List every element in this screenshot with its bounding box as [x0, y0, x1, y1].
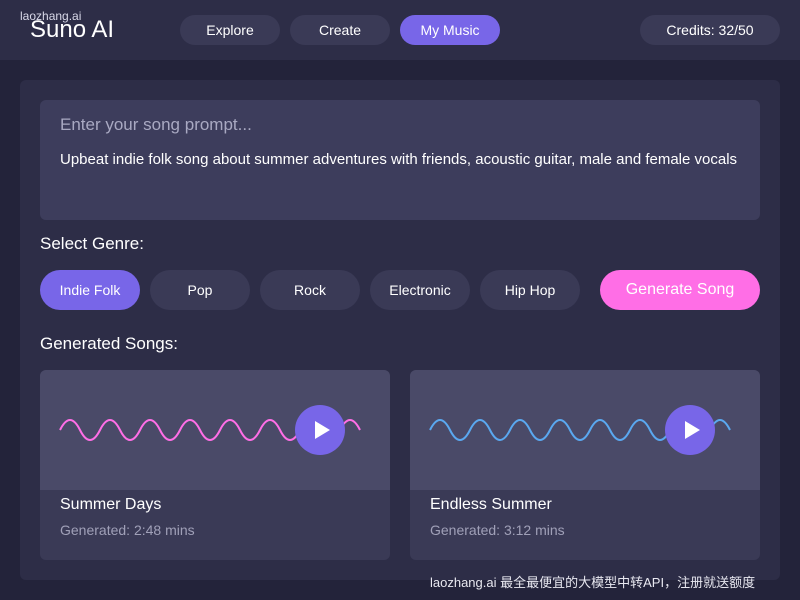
top-bar: laozhang.ai Suno AI Explore Create My Mu…: [0, 0, 800, 60]
play-icon: [315, 421, 330, 439]
nav-my-music-button[interactable]: My Music: [400, 15, 500, 45]
app-logo[interactable]: Suno AI: [30, 16, 114, 44]
song-title: Endless Summer: [430, 496, 552, 513]
genre-electronic-button[interactable]: Electronic: [370, 270, 470, 310]
suno-app: laozhang.ai Suno AI Explore Create My Mu…: [0, 0, 800, 600]
song-card[interactable]: Summer Days Generated: 2:48 mins: [40, 370, 390, 560]
watermark-bottom: laozhang.ai 最全最便宜的大模型中转API，注册就送额度: [430, 575, 756, 590]
song-title: Summer Days: [60, 496, 162, 513]
prompt-value: Upbeat indie folk song about summer adve…: [60, 151, 738, 168]
nav-create-button[interactable]: Create: [290, 15, 390, 45]
genre-section-label: Select Genre:: [40, 234, 144, 253]
song-waveform-area: [40, 370, 390, 490]
play-icon: [685, 421, 700, 439]
song-duration: Generated: 2:48 mins: [60, 522, 195, 538]
play-button[interactable]: [665, 405, 715, 455]
nav-explore-button[interactable]: Explore: [180, 15, 280, 45]
play-button[interactable]: [295, 405, 345, 455]
genre-hip-hop-button[interactable]: Hip Hop: [480, 270, 580, 310]
genre-pop-button[interactable]: Pop: [150, 270, 250, 310]
generate-song-button[interactable]: Generate Song: [600, 270, 760, 310]
song-duration: Generated: 3:12 mins: [430, 522, 565, 538]
song-prompt-input[interactable]: Enter your song prompt... Upbeat indie f…: [40, 100, 760, 220]
genre-indie-folk-button[interactable]: Indie Folk: [40, 270, 140, 310]
songs-section-label: Generated Songs:: [40, 334, 178, 353]
genre-rock-button[interactable]: Rock: [260, 270, 360, 310]
prompt-placeholder: Enter your song prompt...: [60, 115, 252, 134]
song-waveform-area: [410, 370, 760, 490]
song-card[interactable]: Endless Summer Generated: 3:12 mins: [410, 370, 760, 560]
credits-badge: Credits: 32/50: [640, 15, 780, 45]
